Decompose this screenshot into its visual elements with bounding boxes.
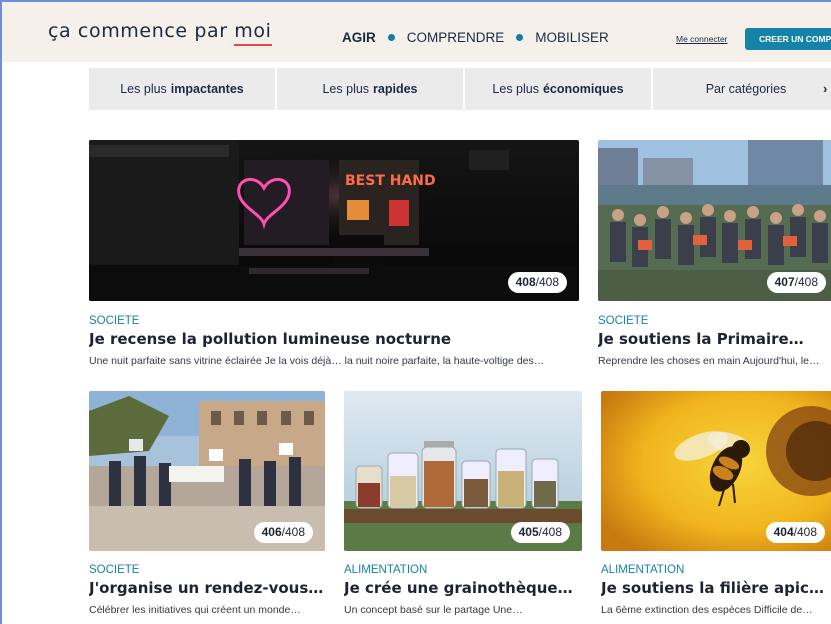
card-category: SOCIETE (89, 315, 140, 327)
rank-value: 404 (773, 525, 794, 539)
card-title[interactable]: J'organise un rendez-vous … (89, 579, 325, 597)
rank-value: 405 (518, 525, 539, 539)
tab-rapides[interactable]: Les plus rapides (277, 68, 463, 110)
rank-value: 408 (515, 275, 536, 289)
signup-button[interactable]: CREER UN COMPTE (745, 28, 831, 50)
site-logo[interactable]: ça commence par moi (48, 20, 272, 46)
rank-total: /408 (281, 525, 305, 539)
tab-label: Par catégories (705, 82, 787, 96)
tab-label: Les plus (492, 82, 539, 96)
window-frame-left (0, 0, 2, 624)
card-image-bee[interactable]: 404/408 (601, 391, 831, 551)
rank-badge: 404/408 (765, 522, 825, 543)
card-title[interactable]: Je recense la pollution lumineuse noctur… (89, 330, 579, 348)
card-description: Reprendre les choses en main Aujourd'hui… (598, 355, 820, 367)
rank-total: /408 (538, 525, 562, 539)
rank-badge: 406/408 (253, 522, 313, 543)
card-category: SOCIETE (598, 315, 649, 327)
card-description: Célébrer les initiatives qui créent un m… (89, 604, 301, 616)
svg-text:BEST HAND: BEST HAND (345, 173, 436, 189)
tab-impactantes[interactable]: Les plus impactantes (89, 68, 275, 110)
card-category: ALIMENTATION (601, 564, 685, 576)
nav-comprendre[interactable]: COMPRENDRE (407, 30, 505, 45)
rank-badge: 405/408 (510, 522, 570, 543)
logo-text: ça commence par (48, 20, 235, 42)
rank-value: 406 (261, 525, 282, 539)
tab-label-bold: rapides (373, 82, 418, 96)
main-nav: AGIR COMPRENDRE MOBILISER (342, 30, 609, 45)
nav-separator-dot (516, 34, 524, 41)
site-header: ça commence par moi AGIR COMPRENDRE MOBI… (2, 2, 831, 62)
chevron-right-icon: › (823, 81, 828, 96)
card-category: SOCIETE (89, 564, 140, 576)
rank-total: /408 (794, 275, 818, 289)
card-image-storefront[interactable]: BEST HAND 408/408 (89, 140, 579, 301)
tab-economiques[interactable]: Les plus économiques (465, 68, 651, 110)
card-title[interactable]: Je crée une grainothèque… (344, 579, 582, 597)
rank-value: 407 (774, 275, 795, 289)
card-image-seed-jars[interactable]: 405/408 (344, 391, 582, 551)
nav-agir[interactable]: AGIR (342, 30, 376, 45)
card-title[interactable]: Je soutiens la Primaire… (598, 330, 831, 348)
card-description: Un concept basé sur le partage Une… (344, 604, 523, 616)
tab-label: Les plus (120, 82, 167, 96)
tab-label: Les plus (322, 82, 370, 96)
card-category: ALIMENTATION (344, 564, 428, 576)
card-image-march[interactable]: 406/408 (89, 391, 325, 551)
card-description: Une nuit parfaite sans vitrine éclairée … (89, 355, 545, 367)
card-title[interactable]: Je soutiens la filière apicol… (601, 579, 831, 597)
tab-label-bold: impactantes (170, 82, 244, 96)
rank-total: /408 (535, 275, 559, 289)
rank-total: /408 (793, 525, 817, 539)
card-image-group[interactable]: 407/408 (598, 140, 831, 301)
nav-separator-dot (387, 34, 395, 41)
tab-label-bold: économiques (542, 82, 624, 96)
rank-badge: 408/408 (507, 272, 567, 293)
rank-badge: 407/408 (766, 272, 826, 293)
storefront-photo: BEST HAND (89, 140, 579, 301)
filter-tabs: Les plus impactantes Les plus rapides Les … (89, 68, 831, 110)
tab-categories[interactable]: Par catégories › (653, 68, 831, 110)
card-description: La 6ème extinction des espèces Difficile… (601, 604, 813, 616)
nav-mobiliser[interactable]: MOBILISER (535, 30, 609, 45)
login-link[interactable]: Me connecter (676, 34, 728, 44)
logo-text-moi: moi (234, 20, 272, 46)
